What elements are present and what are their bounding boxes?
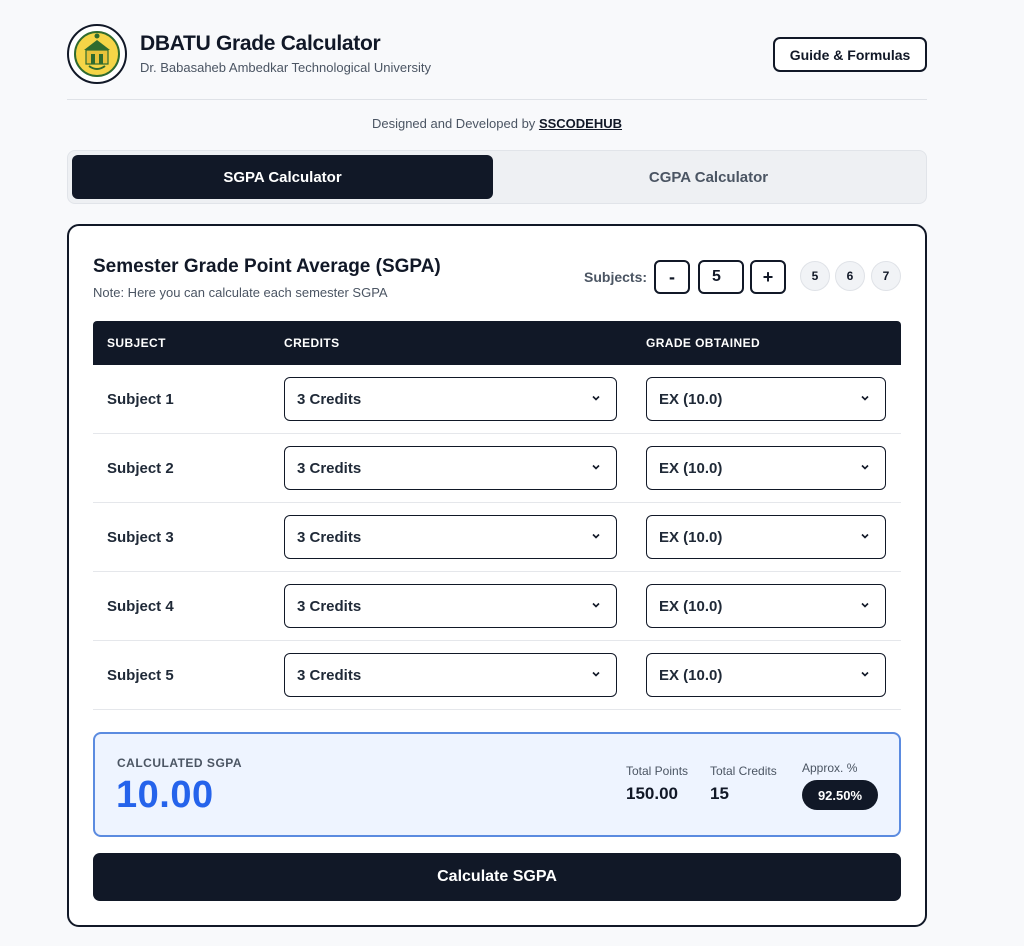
quick-count-5-button[interactable]: 5: [800, 261, 830, 291]
table-row: Subject 5 3 Credits EX (10.0): [93, 641, 901, 710]
tab-sgpa-calculator[interactable]: SGPA Calculator: [72, 155, 493, 199]
sgpa-card: Semester Grade Point Average (SGPA) Note…: [67, 224, 927, 927]
result-label: CALCULATED SGPA: [117, 756, 243, 770]
table-row: Subject 4 3 Credits EX (10.0): [93, 572, 901, 641]
card-note: Note: Here you can calculate each semest…: [93, 285, 388, 300]
increment-subjects-button[interactable]: +: [750, 260, 786, 294]
approx-percent-label: Approx. %: [802, 761, 858, 775]
credits-value: 3 Credits: [297, 528, 362, 546]
grade-select[interactable]: EX (10.0): [646, 446, 886, 490]
grade-value: EX (10.0): [659, 597, 723, 615]
subject-name: Subject 3: [107, 529, 174, 546]
grade-value: EX (10.0): [659, 459, 723, 477]
table-header: SUBJECT CREDITS GRADE OBTAINED: [93, 321, 901, 365]
calculator-tabs: SGPA Calculator CGPA Calculator: [67, 150, 927, 204]
credits-select[interactable]: 3 Credits: [284, 446, 617, 490]
tab-cgpa-calculator[interactable]: CGPA Calculator: [493, 155, 924, 199]
column-header-subject: SUBJECT: [107, 336, 166, 350]
subjects-label: Subjects:: [584, 269, 648, 285]
chevron-down-icon: [861, 395, 869, 401]
guide-formulas-button[interactable]: Guide & Formulas: [773, 37, 927, 72]
credit-prefix: Designed and Developed by: [371, 116, 536, 131]
subject-name: Subject 5: [107, 667, 174, 684]
subject-name: Subject 2: [107, 460, 174, 477]
table-row: Subject 2 3 Credits EX (10.0): [93, 434, 901, 503]
quick-count-7-button[interactable]: 7: [871, 261, 901, 291]
grade-value: EX (10.0): [659, 666, 723, 684]
grade-select[interactable]: EX (10.0): [646, 584, 886, 628]
chevron-down-icon: [592, 602, 600, 608]
credits-value: 3 Credits: [297, 597, 362, 615]
table-row: Subject 3 3 Credits EX (10.0): [93, 503, 901, 572]
credits-select[interactable]: 3 Credits: [284, 653, 617, 697]
app-title: DBATU Grade Calculator: [140, 32, 381, 55]
chevron-down-icon: [861, 464, 869, 470]
grade-select[interactable]: EX (10.0): [646, 515, 886, 559]
grade-select[interactable]: EX (10.0): [646, 653, 886, 697]
subjects-count-input[interactable]: 5: [698, 260, 744, 294]
calculate-sgpa-button[interactable]: Calculate SGPA: [93, 853, 901, 901]
university-emblem-icon: [67, 24, 127, 84]
card-title: Semester Grade Point Average (SGPA): [93, 256, 441, 277]
total-credits-value: 15: [710, 784, 729, 803]
chevron-down-icon: [592, 671, 600, 677]
credits-select[interactable]: 3 Credits: [284, 515, 617, 559]
chevron-down-icon: [861, 602, 869, 608]
sgpa-value: 10.00: [116, 774, 214, 816]
sgpa-result-panel: CALCULATED SGPA 10.00 Total Points 150.0…: [93, 732, 901, 837]
total-points-value: 150.00: [626, 784, 678, 803]
grade-value: EX (10.0): [659, 390, 723, 408]
total-points-label: Total Points: [626, 764, 689, 778]
grade-value: EX (10.0): [659, 528, 723, 546]
credits-value: 3 Credits: [297, 390, 362, 408]
grade-select[interactable]: EX (10.0): [646, 377, 886, 421]
app-header: DBATU Grade Calculator Dr. Babasaheb Amb…: [67, 24, 927, 100]
developer-link[interactable]: SSCODEHUB: [539, 116, 622, 131]
subject-name: Subject 1: [107, 391, 174, 408]
chevron-down-icon: [592, 464, 600, 470]
approx-percent-badge: 92.50%: [802, 780, 878, 810]
credits-value: 3 Credits: [297, 459, 362, 477]
credits-value: 3 Credits: [297, 666, 362, 684]
subject-name: Subject 4: [107, 598, 174, 615]
app-subtitle: Dr. Babasaheb Ambedkar Technological Uni…: [140, 60, 431, 75]
column-header-credits: CREDITS: [284, 336, 340, 350]
chevron-down-icon: [861, 533, 869, 539]
quick-count-6-button[interactable]: 6: [835, 261, 865, 291]
credit-line: Designed and Developed by SSCODEHUB: [0, 116, 994, 131]
table-row: Subject 1 3 Credits EX (10.0): [93, 365, 901, 434]
credits-select[interactable]: 3 Credits: [284, 584, 617, 628]
column-header-grade: GRADE OBTAINED: [646, 336, 761, 350]
total-credits-label: Total Credits: [710, 764, 777, 778]
credits-select[interactable]: 3 Credits: [284, 377, 617, 421]
chevron-down-icon: [592, 533, 600, 539]
chevron-down-icon: [592, 395, 600, 401]
decrement-subjects-button[interactable]: -: [654, 260, 690, 294]
chevron-down-icon: [861, 671, 869, 677]
